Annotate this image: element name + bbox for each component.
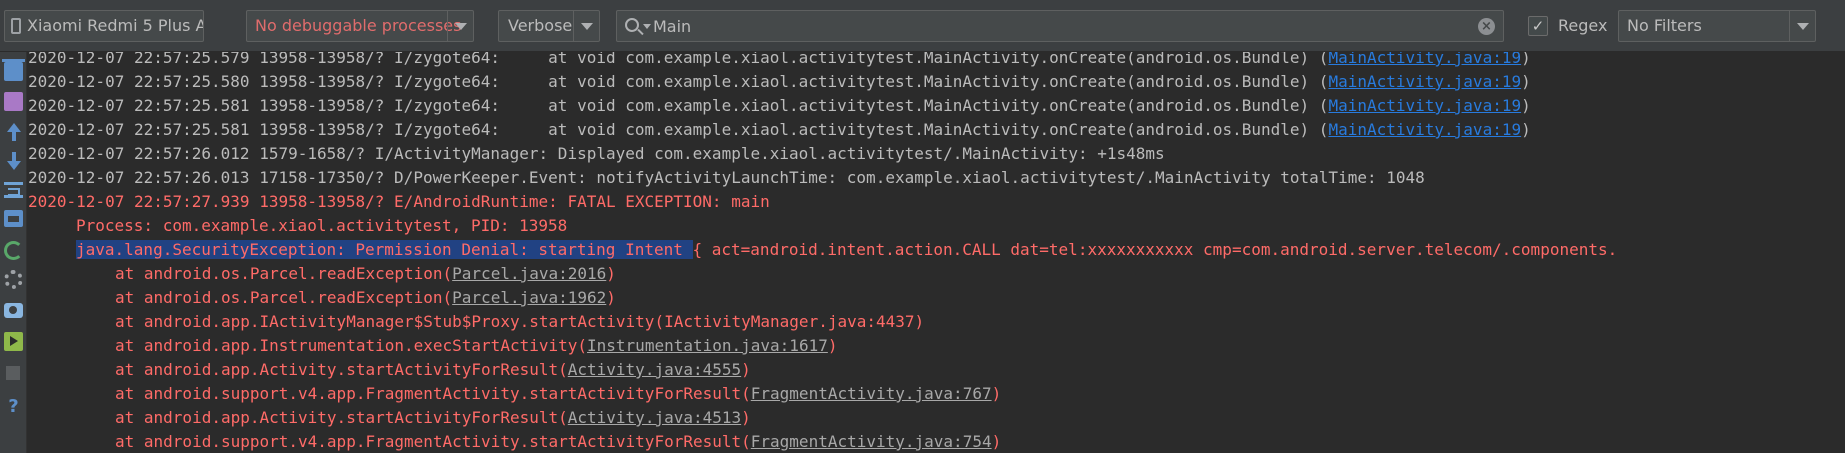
log-line: 2020-12-07 22:57:25.581 13958-13958/? I/… — [28, 96, 1531, 115]
source-link[interactable]: MainActivity.java:19 — [1328, 120, 1521, 139]
selected-text[interactable]: java.lang.SecurityException: Permission … — [76, 240, 693, 259]
device-selector[interactable]: Xiaomi Redmi 5 Plus Ar — [4, 10, 204, 42]
stack-frame: at android.support.v4.app.FragmentActivi… — [115, 384, 1002, 403]
stop-icon[interactable] — [6, 366, 20, 380]
search-icon[interactable] — [625, 18, 639, 32]
crash-header: 2020-12-07 22:57:27.939 13958-13958/? E/… — [28, 192, 770, 211]
trash-icon[interactable] — [2, 59, 25, 81]
source-link[interactable]: FragmentActivity.java:754 — [751, 432, 992, 451]
phone-icon — [11, 18, 21, 34]
chevron-down-icon[interactable] — [1789, 11, 1815, 41]
process-selector-value: No debuggable processes — [255, 16, 462, 35]
log-line: 2020-12-07 22:57:26.013 17158-17350/? D/… — [28, 168, 1425, 187]
log-line: 2020-12-07 22:57:25.580 13958-13958/? I/… — [28, 72, 1531, 91]
screenshot-icon[interactable] — [4, 303, 23, 318]
stack-frame: at android.app.Activity.startActivityFor… — [115, 360, 751, 379]
chevron-down-icon[interactable] — [447, 11, 473, 41]
settings-icon[interactable] — [4, 270, 23, 289]
source-link[interactable]: Activity.java:4555 — [568, 360, 741, 379]
soft-wrap-icon[interactable] — [4, 182, 23, 198]
search-input[interactable] — [653, 11, 1473, 41]
logcat-output[interactable]: 2020-12-07 22:57:25.579 13958-13958/? I/… — [28, 52, 1845, 453]
logcat-toolbar: Xiaomi Redmi 5 Plus Ar No debuggable pro… — [0, 0, 1845, 52]
stack-frame: at android.support.v4.app.FragmentActivi… — [115, 432, 1002, 451]
source-link[interactable]: Activity.java:4513 — [568, 408, 741, 427]
device-selector-value: Xiaomi Redmi 5 Plus Ar — [27, 16, 204, 35]
stack-frame: at android.os.Parcel.readException(Parce… — [115, 288, 616, 307]
stack-frame: at android.os.Parcel.readException(Parce… — [115, 264, 616, 283]
source-link[interactable]: Parcel.java:2016 — [452, 264, 606, 283]
crash-process: Process: com.example.xiaol.activitytest,… — [76, 216, 568, 235]
log-line: 2020-12-07 22:57:25.581 13958-13958/? I/… — [28, 120, 1531, 139]
regex-checkbox[interactable]: ✓ — [1528, 16, 1548, 36]
log-level-selector[interactable]: Verbose — [498, 10, 600, 42]
print-icon[interactable] — [4, 210, 23, 227]
source-link[interactable]: MainActivity.java:19 — [1328, 96, 1521, 115]
exception-line: java.lang.SecurityException: Permission … — [76, 240, 1618, 259]
source-link[interactable]: FragmentActivity.java:767 — [751, 384, 992, 403]
stack-frame: at android.app.Activity.startActivityFor… — [115, 408, 751, 427]
clear-icon[interactable]: × — [1478, 18, 1495, 35]
source-link[interactable]: Instrumentation.java:1617 — [587, 336, 828, 355]
chevron-down-icon[interactable] — [573, 11, 599, 41]
source-link[interactable]: MainActivity.java:19 — [1328, 52, 1521, 67]
search-history-chevron-icon[interactable] — [643, 24, 651, 29]
up-arrow-icon[interactable] — [4, 123, 23, 142]
logcat-side-toolbar: ? — [0, 52, 27, 453]
filter-selector-value: No Filters — [1627, 16, 1702, 35]
down-arrow-icon[interactable] — [4, 152, 23, 171]
log-level-value: Verbose — [508, 16, 573, 35]
source-link[interactable]: Parcel.java:1962 — [452, 288, 606, 307]
stack-frame: at android.app.IActivityManager$Stub$Pro… — [115, 312, 925, 331]
source-link[interactable]: MainActivity.java:19 — [1328, 72, 1521, 91]
filter-selector[interactable]: No Filters — [1618, 10, 1816, 42]
regex-label: Regex — [1558, 16, 1608, 35]
process-selector[interactable]: No debuggable processes — [246, 10, 474, 42]
search-box[interactable]: × — [616, 10, 1504, 42]
log-line: 2020-12-07 22:57:25.579 13958-13958/? I/… — [28, 52, 1531, 70]
log-line: 2020-12-07 22:57:26.012 1579-1658/? I/Ac… — [28, 144, 1165, 163]
scroll-to-end-icon[interactable] — [4, 92, 23, 111]
screen-record-icon[interactable] — [4, 332, 23, 351]
restart-icon[interactable] — [4, 241, 23, 260]
help-icon[interactable]: ? — [4, 397, 23, 416]
stack-frame: at android.app.Instrumentation.execStart… — [115, 336, 838, 355]
